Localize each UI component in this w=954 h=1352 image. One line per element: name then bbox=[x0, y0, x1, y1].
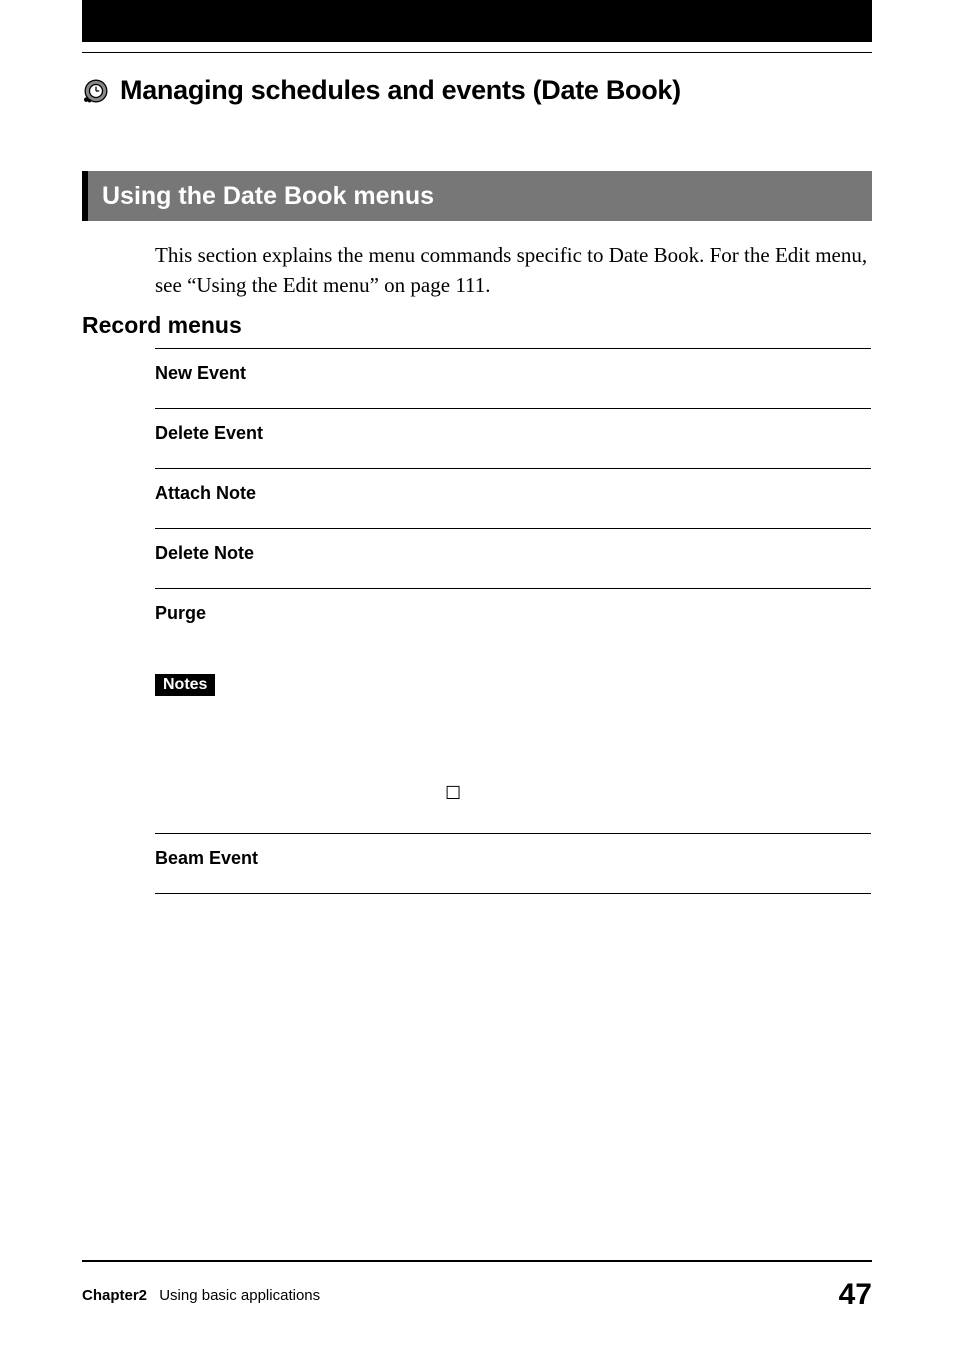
notes-badge: Notes bbox=[155, 674, 215, 696]
menu-item-label: Beam Event bbox=[155, 848, 258, 868]
record-menus-table: New Event Delete Event Attach Note Delet… bbox=[155, 348, 871, 894]
table-row: Purge Notes ☐ bbox=[155, 588, 871, 833]
top-rule bbox=[82, 52, 872, 53]
table-row: Attach Note bbox=[155, 468, 871, 528]
table-row: Delete Note bbox=[155, 528, 871, 588]
section-title: Managing schedules and events (Date Book… bbox=[120, 75, 681, 106]
date-book-icon bbox=[82, 77, 110, 105]
menu-item-label: Delete Event bbox=[155, 423, 263, 443]
section-heading-row: Managing schedules and events (Date Book… bbox=[82, 75, 872, 106]
footer-chapter: Chapter2 bbox=[82, 1287, 147, 1304]
footer-description: Using basic applications bbox=[151, 1287, 320, 1304]
subsection-banner: Using the Date Book menus bbox=[82, 171, 872, 221]
top-header-bar bbox=[82, 0, 872, 42]
subsection-title: Using the Date Book menus bbox=[102, 182, 434, 211]
checkbox-line: ☐ bbox=[445, 782, 871, 823]
table-row: Delete Event bbox=[155, 408, 871, 468]
table-row: New Event bbox=[155, 348, 871, 408]
footer-left: Chapter2 Using basic applications bbox=[82, 1287, 320, 1304]
menu-item-label: New Event bbox=[155, 363, 246, 383]
table-row: Beam Event bbox=[155, 833, 871, 894]
menu-item-label: Delete Note bbox=[155, 543, 254, 563]
page-number: 47 bbox=[839, 1278, 872, 1312]
page: Managing schedules and events (Date Book… bbox=[0, 0, 954, 1352]
intro-paragraph: This section explains the menu commands … bbox=[155, 240, 870, 301]
record-menus-heading: Record menus bbox=[82, 312, 242, 339]
menu-item-label: Purge bbox=[155, 603, 206, 623]
menu-item-label: Attach Note bbox=[155, 483, 256, 503]
footer-rule bbox=[82, 1260, 872, 1262]
checkbox-icon: ☐ bbox=[445, 783, 461, 803]
